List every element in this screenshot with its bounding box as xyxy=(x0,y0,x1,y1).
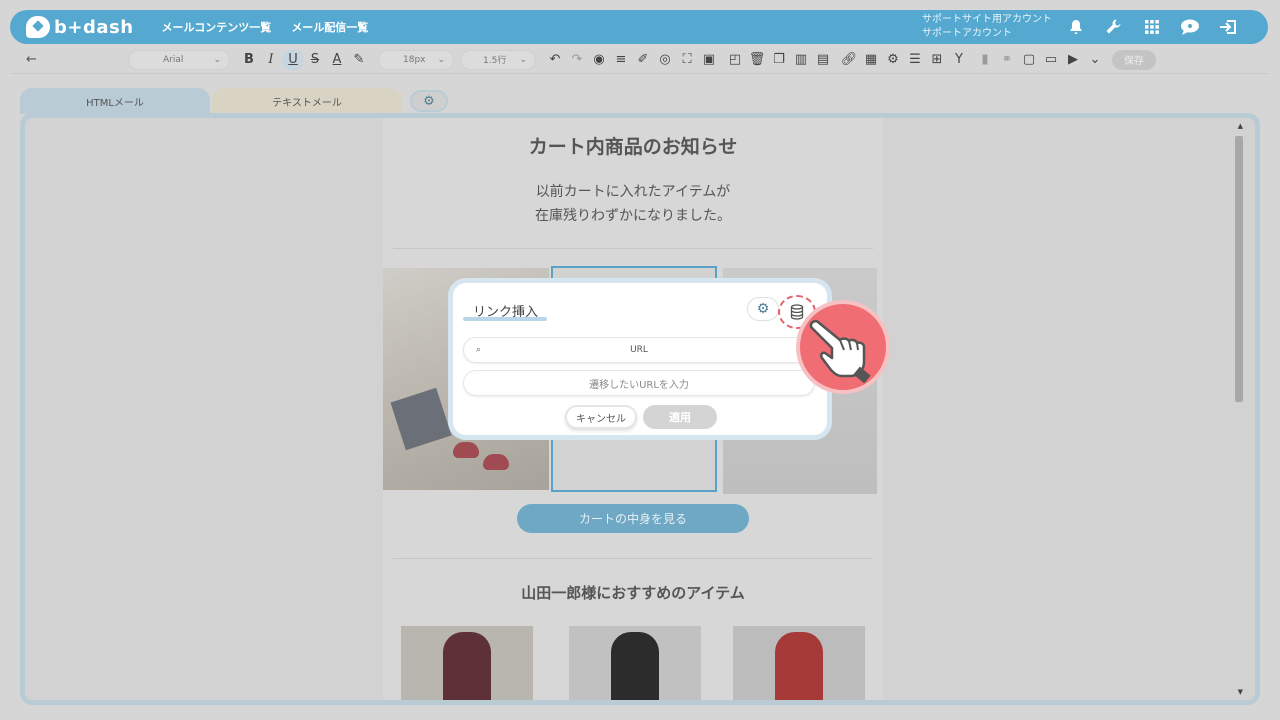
strikethrough-button[interactable]: S xyxy=(304,49,326,71)
chevron-down-icon: ⌄ xyxy=(213,54,221,65)
recommended-product-1[interactable] xyxy=(401,626,533,700)
palette-icon[interactable]: ◉ xyxy=(588,49,610,71)
recommendation-title[interactable]: 山田一郎様におすすめのアイテム xyxy=(383,582,883,603)
apps-grid-icon[interactable] xyxy=(1142,17,1162,37)
chevron-down-icon: ⌄ xyxy=(437,54,445,65)
font-family-select[interactable]: Arial ⌄ xyxy=(128,49,230,70)
logo-bubble-icon xyxy=(26,16,50,38)
barcode-icon[interactable]: ▮ xyxy=(974,49,996,71)
video-icon[interactable]: ▶ xyxy=(1062,49,1084,71)
font-size-value: 18px xyxy=(403,54,426,65)
modal-title: リンク挿入 xyxy=(473,305,539,320)
bell-icon[interactable] xyxy=(1066,17,1086,37)
jacket-shape xyxy=(443,632,491,700)
font-family-value: Arial xyxy=(163,54,184,65)
jacket-shape xyxy=(775,632,823,700)
nav-mail-delivery[interactable]: メール配信一覧 xyxy=(291,19,368,35)
chevron-down-icon: ⌄ xyxy=(519,54,527,65)
save-button[interactable]: 保存 xyxy=(1112,49,1156,70)
template-icon[interactable]: ▭ xyxy=(1040,49,1062,71)
divider xyxy=(393,558,873,559)
align-icon[interactable]: ≡ xyxy=(610,49,632,71)
target-icon[interactable]: ◎ xyxy=(654,49,676,71)
link-settings-icon[interactable]: ⚭ xyxy=(996,49,1018,71)
jacket-shape xyxy=(611,632,659,700)
link-insert-modal: リンク挿入 ⚙ ⌕ URL 遷移したいURLを入力 キャンセル 適用 xyxy=(448,278,832,440)
line-height-value: 1.5行 xyxy=(483,56,507,66)
jeans-shape xyxy=(390,387,452,451)
scrollbar-thumb[interactable] xyxy=(1235,136,1243,402)
top-navigation-bar: b+dash メールコンテンツ一覧 メール配信一覧 サポートサイト用アカウント … xyxy=(10,10,1268,44)
trash-icon[interactable]: 🗑︎ xyxy=(746,49,768,71)
database-icon[interactable]: ☰ xyxy=(904,49,926,71)
copy-icon[interactable]: ❐ xyxy=(768,49,790,71)
contact-card-icon[interactable]: ▢ xyxy=(1018,49,1040,71)
rows-icon[interactable]: ▤ xyxy=(812,49,834,71)
tab-settings-gear-icon[interactable]: ⚙ xyxy=(410,90,448,112)
underline-button[interactable]: U xyxy=(282,48,304,71)
mail-subtitle-line2: 在庫残りわずかになりました。 xyxy=(535,208,731,224)
red-shoe-shape xyxy=(483,454,509,470)
url-field[interactable]: 遷移したいURLを入力 xyxy=(463,370,815,396)
back-arrow-icon[interactable]: ← xyxy=(26,52,46,67)
account-info[interactable]: サポートサイト用アカウント サポートアカウント xyxy=(922,13,1052,41)
bold-button[interactable]: B xyxy=(238,49,260,71)
italic-button[interactable]: I xyxy=(260,49,282,71)
fullscreen-icon[interactable]: ⛶ xyxy=(676,49,698,71)
highlight-icon[interactable]: ✎ xyxy=(348,49,370,71)
account-user-name: サポートアカウント xyxy=(922,28,1012,39)
tab-text-mail[interactable]: テキストメール xyxy=(212,88,402,114)
url-label: URL xyxy=(630,345,648,355)
image-icon[interactable]: ▣ xyxy=(698,49,720,71)
logout-icon[interactable] xyxy=(1218,17,1238,37)
view-cart-button[interactable]: カートの中身を見る xyxy=(517,504,749,533)
gear-icon[interactable]: ⚙ xyxy=(747,297,779,321)
main-nav: メールコンテンツ一覧 メール配信一覧 xyxy=(162,19,369,35)
mail-subtitle-line1: 以前カートに入れたアイテムが xyxy=(535,184,731,200)
scroll-down-arrow-icon[interactable]: ▼ xyxy=(1238,688,1243,696)
header-icons xyxy=(1066,17,1238,37)
text-color-button[interactable]: A xyxy=(326,49,348,71)
branch-icon[interactable]: Y xyxy=(948,49,970,71)
logo-text: b+dash xyxy=(54,16,134,38)
red-shoe-shape xyxy=(453,442,479,458)
redo-icon[interactable]: ↷ xyxy=(566,49,588,71)
url-search-input[interactable]: ⌕ URL xyxy=(463,337,815,363)
font-size-select[interactable]: 18px ⌄ xyxy=(378,49,454,70)
cancel-button[interactable]: キャンセル xyxy=(565,405,637,429)
scroll-up-arrow-icon[interactable]: ▲ xyxy=(1238,122,1243,130)
settings-gears-icon[interactable]: ⚙ xyxy=(882,49,904,71)
mail-subtitle[interactable]: 以前カートに入れたアイテムが 在庫残りわずかになりました。 xyxy=(383,180,883,228)
columns-icon[interactable]: ▥ xyxy=(790,49,812,71)
pen-icon[interactable]: ✐ xyxy=(632,49,654,71)
recommended-product-3[interactable] xyxy=(733,626,865,700)
resize-icon[interactable]: ◰ xyxy=(724,49,746,71)
account-site-name: サポートサイト用アカウント xyxy=(922,14,1052,25)
recommended-product-2[interactable] xyxy=(569,626,701,700)
more-chevron-icon[interactable]: ⌄ xyxy=(1084,49,1106,71)
apply-button[interactable]: 適用 xyxy=(643,405,717,429)
bdash-logo[interactable]: b+dash xyxy=(26,16,134,38)
undo-icon[interactable]: ↶ xyxy=(544,49,566,71)
nav-mail-contents[interactable]: メールコンテンツ一覧 xyxy=(162,19,272,35)
add-block-icon[interactable]: ⊞ xyxy=(926,49,948,71)
link-icon[interactable]: 🔗︎ xyxy=(838,49,860,71)
chat-icon[interactable] xyxy=(1180,17,1200,37)
wrench-icon[interactable] xyxy=(1104,17,1124,37)
divider xyxy=(393,248,873,249)
tab-html-mail[interactable]: HTMLメール xyxy=(20,88,210,114)
line-height-select[interactable]: 1.5行 ⌄ xyxy=(460,49,536,70)
search-icon: ⌕ xyxy=(476,345,482,355)
pointer-hand-icon xyxy=(796,300,890,394)
mail-title[interactable]: カート内商品のお知らせ xyxy=(383,132,883,159)
editor-toolbar: ← Arial ⌄ B I U S A ✎ 18px ⌄ 1.5行 ⌄ ↶ ↷ … xyxy=(10,46,1268,74)
calendar-icon[interactable]: ▦ xyxy=(860,49,882,71)
